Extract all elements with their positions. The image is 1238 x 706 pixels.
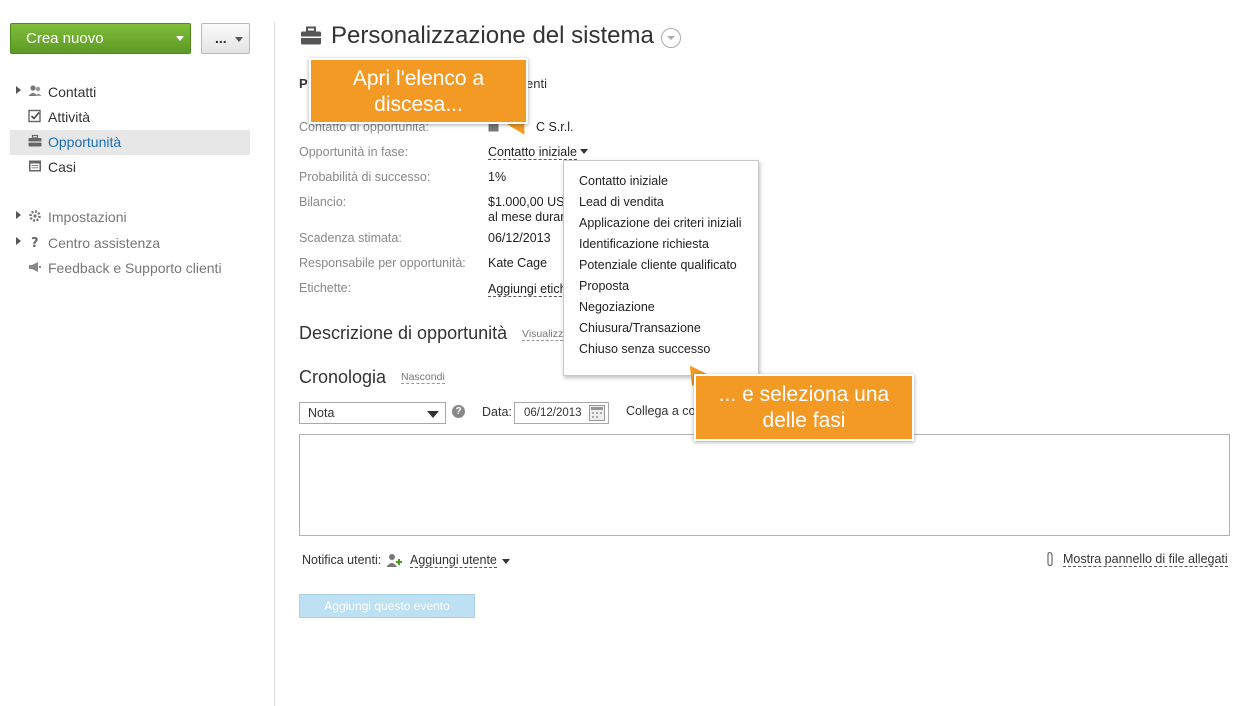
field-label-fase: Opportunità in fase: (299, 145, 409, 159)
field-label-probabilita: Probabilità di successo: (299, 170, 431, 184)
sidebar-item-label: Centro assistenza (48, 235, 161, 251)
stage-option[interactable]: Potenziale cliente qualificato (579, 258, 737, 272)
briefcase-icon (301, 26, 321, 45)
tutorial-callout-select-stage: ... e seleziona una delle fasi (694, 374, 914, 441)
sidebar-item-label: Opportunità (48, 134, 122, 150)
show-description-link[interactable]: Visualizz (522, 328, 564, 341)
sidebar-item-label: Casi (48, 159, 77, 175)
more-actions-button[interactable]: ... (201, 23, 250, 54)
field-label-bilancio: Bilancio: (299, 195, 347, 209)
chevron-down-icon (235, 37, 243, 42)
field-label-scadenza: Scadenza stimata: (299, 231, 402, 245)
sidebar-item-attivita[interactable]: Attività (10, 105, 250, 130)
sidebar: Crea nuovo ... Contatti Attività Opportu… (0, 0, 274, 706)
expand-arrow-icon[interactable] (16, 86, 21, 94)
description-title: Descrizione di opportunità (299, 323, 508, 343)
sidebar-item-label: Contatti (48, 84, 97, 100)
date-value: 06/12/2013 (524, 407, 582, 419)
callout-text: ... e seleziona una (718, 383, 890, 406)
gear-icon (29, 210, 41, 222)
cases-icon (29, 160, 41, 172)
page-title: Personalizzazione del sistema (331, 22, 654, 49)
date-input[interactable]: 06/12/2013 (514, 402, 609, 424)
expand-arrow-icon[interactable] (16, 211, 21, 219)
chevron-down-icon[interactable] (502, 559, 510, 564)
stage-option[interactable]: Negoziazione (579, 300, 655, 314)
field-label-responsabile: Responsabile per opportunità: (299, 256, 466, 270)
help-icon[interactable]: ? (452, 405, 465, 418)
stage-option[interactable]: Identificazione richiesta (579, 237, 709, 251)
callout-text: discesa... (374, 93, 463, 116)
details-tab-label: P (299, 76, 308, 91)
sidebar-item-centro-assistenza[interactable]: ? Centro assistenza (10, 231, 250, 256)
sidebar-item-label: Impostazioni (48, 209, 127, 225)
add-user-icon[interactable] (386, 553, 402, 568)
link-to-label: Collega a co (626, 404, 696, 418)
details-tab-label-tail[interactable]: enti (526, 76, 547, 91)
paperclip-icon (1047, 551, 1053, 567)
chevron-down-icon[interactable] (580, 149, 588, 154)
more-actions-label: ... (215, 30, 227, 46)
stage-option[interactable]: Chiusura/Transazione (579, 321, 701, 335)
event-text-area[interactable] (299, 434, 1230, 536)
add-user-link[interactable]: Aggiungi utente (410, 553, 497, 568)
callout-text: Apri l'elenco a (352, 67, 485, 90)
event-type-select[interactable]: Nota (299, 402, 446, 424)
add-tag-link[interactable]: Aggiungi etich (488, 282, 567, 297)
sidebar-item-contatti[interactable]: Contatti (10, 80, 250, 105)
add-event-button[interactable]: Aggiungi questo evento (299, 594, 475, 618)
hide-history-link[interactable]: Nascondi (401, 371, 445, 384)
field-value-responsabile[interactable]: Kate Cage (488, 256, 547, 270)
field-value-scadenza: 06/12/2013 (488, 231, 551, 245)
stage-option[interactable]: Lead di vendita (579, 195, 664, 209)
stage-option[interactable]: Proposta (579, 279, 629, 293)
title-menu-icon[interactable] (661, 28, 681, 48)
field-value-bilancio: $1.000,00 US (488, 195, 565, 209)
field-value-contatto[interactable]: C S.r.l. (536, 120, 574, 134)
megaphone-icon (29, 262, 41, 272)
briefcase-icon (28, 134, 42, 147)
show-attachments-link[interactable]: Mostra pannello di file allegati (1063, 552, 1228, 567)
sidebar-item-feedback[interactable]: Feedback e Supporto clienti (10, 256, 250, 281)
help-icon: ? (31, 236, 39, 249)
notify-users-label: Notifica utenti: (302, 553, 382, 567)
expand-arrow-icon[interactable] (16, 237, 21, 245)
sidebar-item-casi[interactable]: Casi (10, 155, 250, 180)
contacts-icon (28, 85, 42, 96)
date-label: Data: (482, 405, 512, 419)
create-new-label: Crea nuovo (26, 30, 104, 47)
chevron-down-icon (176, 36, 184, 41)
chevron-down-icon (427, 411, 439, 418)
callout-text: delle fasi (762, 409, 846, 432)
sidebar-item-impostazioni[interactable]: Impostazioni (10, 205, 250, 230)
calendar-icon[interactable] (589, 405, 605, 421)
stage-option[interactable]: Applicazione dei criteri iniziali (579, 216, 742, 230)
tasks-icon (28, 109, 41, 123)
stage-dropdown-toggle[interactable]: Contatto iniziale (488, 145, 577, 160)
stage-dropdown-menu: Contatto iniziale Lead di vendita Applic… (563, 160, 759, 376)
field-label-etichette: Etichette: (299, 281, 352, 295)
stage-option[interactable]: Chiuso senza successo (579, 342, 710, 356)
tutorial-callout-open-list: Apri l'elenco a discesa... (309, 58, 528, 124)
svg-text:?: ? (31, 236, 39, 249)
field-value-bilancio-period: al mese durar (488, 210, 565, 224)
sidebar-item-label: Feedback e Supporto clienti (48, 260, 222, 276)
create-new-button[interactable]: Crea nuovo (10, 23, 191, 54)
sidebar-item-label: Attività (48, 109, 91, 125)
history-title: Cronologia (299, 367, 387, 387)
field-value-probabilita: 1% (488, 170, 507, 184)
sidebar-item-opportunita[interactable]: Opportunità (10, 130, 250, 155)
sidebar-divider (274, 22, 275, 706)
stage-option[interactable]: Contatto iniziale (579, 174, 668, 188)
event-type-value: Nota (308, 406, 335, 420)
